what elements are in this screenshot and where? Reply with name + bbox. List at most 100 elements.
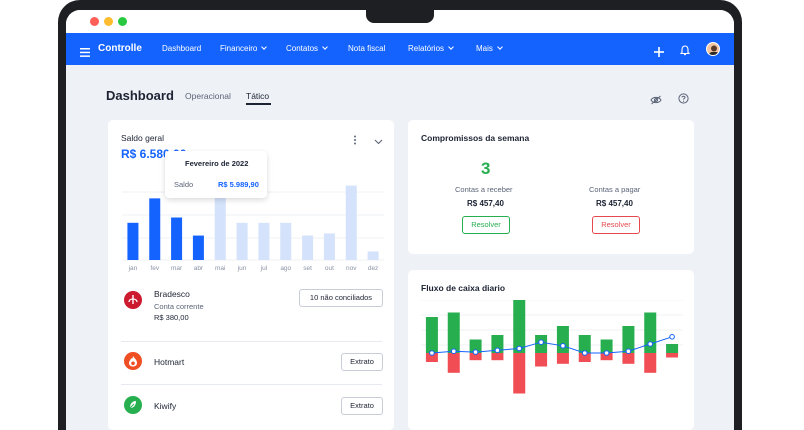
tab-operacional[interactable]: Operacional	[185, 91, 231, 101]
pagar-label: Contas a pagar	[589, 185, 641, 194]
plus-icon[interactable]	[654, 44, 664, 62]
line-point	[516, 345, 523, 352]
chevron-down-icon	[448, 44, 454, 50]
help-icon[interactable]	[678, 91, 689, 109]
x-tick-label: jun	[237, 265, 247, 272]
window-titlebar	[66, 10, 734, 33]
line-point	[429, 350, 435, 356]
extrato-button[interactable]: Extrato	[341, 353, 383, 371]
expense-bar	[644, 353, 657, 373]
extrato-button[interactable]: Extrato	[341, 397, 383, 415]
page-title: Dashboard	[106, 88, 174, 103]
line-point	[494, 347, 501, 354]
pagar-value: R$ 457,40	[596, 199, 633, 208]
tab-tatico[interactable]: Tático	[246, 91, 269, 101]
x-tick-label: abr	[194, 265, 204, 272]
kebab-menu-icon[interactable]	[353, 132, 357, 150]
account-row-bradesco[interactable]: Bradesco Conta corrente R$ 380,00 10 não…	[108, 285, 394, 330]
income-bar	[513, 300, 526, 353]
expense-bar	[447, 353, 460, 373]
bar	[280, 222, 292, 260]
expense-bar	[513, 353, 526, 394]
x-tick-label: fev	[150, 265, 159, 272]
nav-item-relatorios[interactable]: Relatórios	[408, 33, 454, 65]
x-tick-label: jan	[128, 265, 138, 272]
expense-bar	[556, 353, 569, 364]
minimize-window-icon[interactable]	[104, 17, 113, 26]
x-tick-label: nov	[346, 265, 357, 272]
bar	[149, 198, 161, 260]
close-window-icon[interactable]	[90, 17, 99, 26]
hide-values-icon[interactable]	[650, 92, 662, 110]
income-bar	[556, 326, 569, 353]
x-tick-label: out	[325, 265, 334, 272]
tooltip-value: R$ 5.989,90	[218, 180, 259, 189]
account-row-hotmart[interactable]: Hotmart Extrato	[108, 346, 394, 376]
nav-item-contatos[interactable]: Contatos	[286, 33, 328, 65]
card-title: Compromissos da semana	[421, 133, 530, 143]
bar	[192, 235, 204, 260]
chevron-down-icon	[497, 44, 503, 50]
account-name: Bradesco	[154, 289, 190, 299]
line-point	[625, 348, 632, 355]
bar	[258, 222, 270, 260]
collapse-chevron-icon[interactable]	[374, 132, 383, 150]
bradesco-logo-icon	[124, 291, 142, 309]
fluxo-bar-chart	[421, 300, 683, 394]
menu-icon[interactable]	[80, 44, 90, 57]
x-tick-label: jul	[260, 265, 268, 272]
expense-bar	[666, 353, 679, 358]
chevron-down-icon	[261, 44, 268, 50]
divider	[121, 341, 382, 342]
line-point	[581, 350, 588, 356]
resolver-receber-button[interactable]: Resolver	[462, 216, 510, 234]
nav-item-nota-fiscal[interactable]: Nota fiscal	[348, 33, 385, 65]
income-bar	[644, 312, 657, 353]
income-bar	[666, 344, 679, 353]
line-point	[647, 341, 654, 347]
account-row-kiwify[interactable]: Kiwify Extrato	[108, 389, 394, 419]
app-logo[interactable]: Controlle	[98, 33, 142, 65]
x-tick-label: mai	[215, 265, 225, 272]
resolver-pagar-button[interactable]: Resolver	[592, 216, 640, 234]
account-amount: R$ 380,00	[154, 313, 189, 322]
expense-bar	[491, 353, 504, 361]
compromissos-card: Compromissos da semana 3 Contas a recebe…	[408, 120, 694, 254]
top-navbar: Controlle Dashboard Financeiro Contatos …	[66, 33, 734, 65]
bar	[345, 185, 357, 260]
chevron-down-icon	[322, 44, 328, 50]
chart-tooltip: Fevereiro de 2022 Saldo R$ 5.989,90	[165, 151, 267, 198]
divider	[121, 384, 382, 385]
maximize-window-icon[interactable]	[118, 17, 127, 26]
compromissos-count: 3	[481, 159, 491, 178]
receber-label: Contas a receber	[455, 185, 513, 194]
card-title: Fluxo de caixa diario	[421, 283, 506, 293]
bar	[171, 217, 183, 260]
bar	[323, 233, 335, 260]
income-bar	[425, 317, 438, 353]
tooltip-title: Fevereiro de 2022	[185, 159, 249, 168]
nav-label: Financeiro	[220, 44, 258, 53]
nav-label: Contatos	[286, 44, 319, 53]
nav-item-financeiro[interactable]: Financeiro	[220, 33, 268, 65]
nav-item-mais[interactable]: Mais	[476, 33, 503, 65]
x-tick-label: set	[303, 265, 312, 272]
account-subtitle: Conta corrente	[154, 302, 204, 311]
x-tick-label: dez	[368, 265, 378, 272]
receber-value: R$ 457,40	[467, 199, 504, 208]
nav-label: Mais	[476, 44, 493, 53]
kiwify-logo-icon	[124, 396, 142, 414]
bell-icon[interactable]	[679, 43, 691, 61]
line-point	[603, 350, 610, 356]
unreconciled-button[interactable]: 10 não conciliados	[299, 289, 383, 307]
x-tick-label: mar	[171, 265, 183, 272]
avatar[interactable]	[706, 42, 720, 56]
line-point	[669, 334, 675, 340]
account-name: Kiwify	[154, 401, 177, 411]
nav-item-dashboard[interactable]: Dashboard	[162, 33, 201, 65]
active-tab-indicator	[246, 103, 271, 105]
fluxo-card: Fluxo de caixa diario	[408, 270, 694, 430]
bar	[367, 251, 379, 260]
x-tick-label: ago	[280, 265, 291, 272]
expense-bar	[535, 353, 548, 367]
